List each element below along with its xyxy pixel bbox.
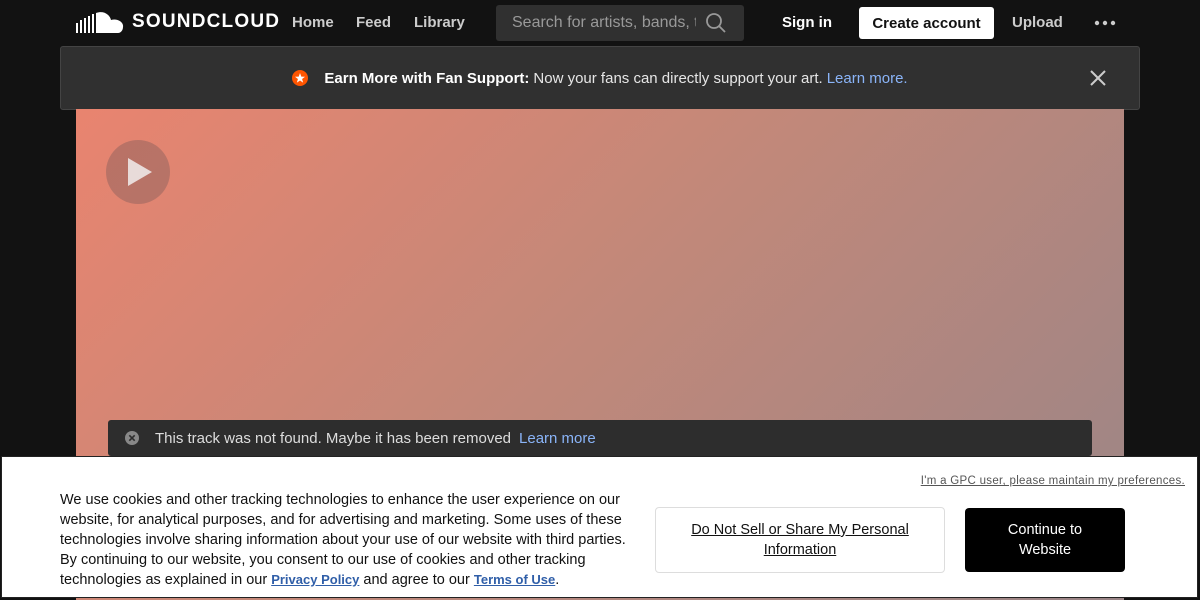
error-circle-icon <box>125 431 139 445</box>
banner-heading: Earn More with Fan Support: <box>324 69 530 87</box>
continue-to-website-button[interactable]: Continue to Website <box>965 508 1125 572</box>
search-icon[interactable] <box>706 13 726 33</box>
cookie-consent-banner: I'm a GPC user, please maintain my prefe… <box>1 456 1198 598</box>
fan-support-banner: Earn More with Fan Support: Now your fan… <box>60 46 1140 110</box>
search-input[interactable] <box>496 5 696 41</box>
soundcloud-cloud-icon <box>76 12 124 33</box>
logo-text: SOUNDCLOUD <box>132 11 281 32</box>
banner-learn-more-link[interactable]: Learn more. <box>827 70 908 87</box>
upload-link[interactable]: Upload <box>1012 14 1063 31</box>
top-header: SOUNDCLOUD Home Feed Library Sign in Cre… <box>0 0 1200 46</box>
soundcloud-logo[interactable]: SOUNDCLOUD <box>76 11 280 33</box>
track-not-found-notice: This track was not found. Maybe it has b… <box>108 420 1092 456</box>
privacy-policy-link[interactable]: Privacy Policy <box>271 572 359 587</box>
not-found-learn-more-link[interactable]: Learn more <box>519 430 596 447</box>
cookie-description: We use cookies and other tracking techno… <box>60 490 626 590</box>
do-not-sell-button[interactable]: Do Not Sell or Share My Personal Informa… <box>655 507 945 573</box>
sign-in-link[interactable]: Sign in <box>782 14 832 31</box>
play-icon <box>128 158 152 186</box>
close-icon[interactable] <box>1090 70 1106 86</box>
cookie-text-part-3: . <box>555 572 560 588</box>
banner-text: Now your fans can directly support your … <box>533 69 823 87</box>
play-button[interactable] <box>106 140 170 204</box>
not-found-text: This track was not found. Maybe it has b… <box>155 429 512 447</box>
create-account-button[interactable]: Create account <box>859 7 994 39</box>
more-horizontal-icon[interactable] <box>1094 14 1116 32</box>
fan-support-star-icon <box>292 70 309 86</box>
nav-library[interactable]: Library <box>414 14 465 31</box>
nav-feed[interactable]: Feed <box>356 14 391 31</box>
nav-home[interactable]: Home <box>292 14 334 31</box>
cookie-text-part-2: and agree to our <box>359 572 474 588</box>
terms-of-use-link[interactable]: Terms of Use <box>474 572 555 587</box>
banner-message: Earn More with Fan Support: Now your fan… <box>61 47 1139 109</box>
gpc-preference-link[interactable]: I'm a GPC user, please maintain my prefe… <box>921 475 1185 487</box>
search-box <box>496 5 744 41</box>
